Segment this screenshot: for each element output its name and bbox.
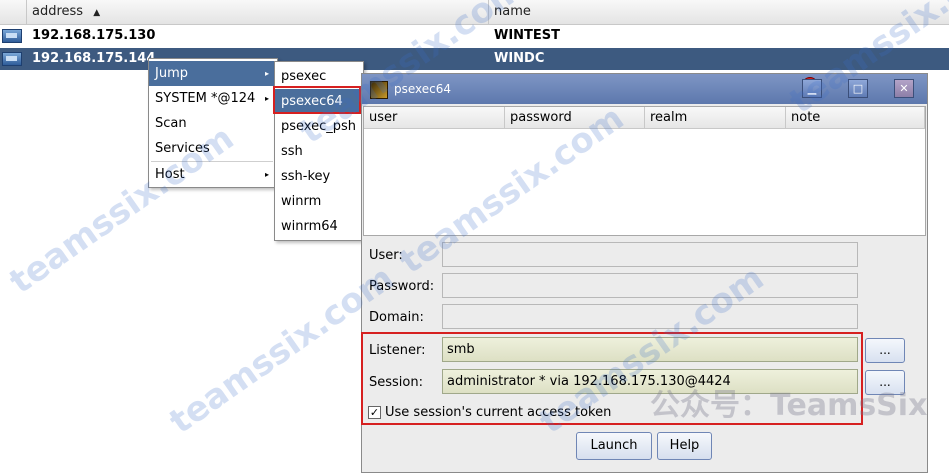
menu-item-jump[interactable]: Jump ▸ xyxy=(149,61,275,86)
row-name: WINDC xyxy=(494,51,545,66)
dialog-titlebar[interactable]: psexec64 ▁ □ ✕ xyxy=(362,74,927,104)
credentials-table[interactable]: user password realm note xyxy=(363,106,926,236)
submenu-item-winrm64[interactable]: winrm64 xyxy=(275,214,361,239)
submenu-item-ssh-key[interactable]: ssh-key xyxy=(275,164,361,189)
column-header-realm[interactable]: realm xyxy=(645,107,786,129)
submenu-item-ssh[interactable]: ssh xyxy=(275,139,361,164)
column-divider[interactable] xyxy=(488,0,489,24)
computer-icon xyxy=(2,29,22,43)
menu-item-label: Jump xyxy=(155,66,188,81)
table-header: address ▲ name xyxy=(0,0,949,25)
app-icon xyxy=(370,81,388,99)
row-address: 192.168.175.130 xyxy=(32,28,156,43)
row-address: 192.168.175.144 xyxy=(32,51,156,66)
submenu-arrow-icon: ▸ xyxy=(264,94,269,103)
computer-icon xyxy=(2,52,22,66)
menu-item-scan[interactable]: Scan xyxy=(149,111,275,136)
minimize-button[interactable]: ▁ xyxy=(802,79,822,98)
maximize-button[interactable]: □ xyxy=(848,79,868,98)
user-label: User: xyxy=(369,248,403,263)
sort-ascending-icon: ▲ xyxy=(93,8,101,18)
dialog-title: psexec64 xyxy=(394,82,452,96)
menu-item-host[interactable]: Host ▸ xyxy=(149,162,275,187)
column-header-address[interactable]: address ▲ xyxy=(32,0,100,24)
table-row-selected[interactable]: 192.168.175.144 WINDC xyxy=(0,48,949,70)
submenu-arrow-icon: ▸ xyxy=(264,170,269,179)
menu-item-label: Host xyxy=(155,167,185,182)
column-header-user[interactable]: user xyxy=(364,107,505,129)
submenu-item-winrm[interactable]: winrm xyxy=(275,189,361,214)
address-header-label: address xyxy=(32,4,84,19)
password-field[interactable] xyxy=(442,273,858,298)
domain-label: Domain: xyxy=(369,310,424,325)
help-button[interactable]: Help xyxy=(657,432,712,460)
user-field[interactable] xyxy=(442,242,858,267)
column-header-name[interactable]: name xyxy=(494,0,531,24)
menu-item-label: SYSTEM *@124 xyxy=(155,91,256,106)
listener-browse-button[interactable]: ... xyxy=(865,338,905,363)
column-header-note[interactable]: note xyxy=(786,107,925,129)
close-button[interactable]: ✕ xyxy=(894,79,914,98)
menu-item-system-session[interactable]: SYSTEM *@124 ▸ xyxy=(149,86,275,111)
submenu-arrow-icon: ▸ xyxy=(264,69,269,78)
column-divider xyxy=(26,0,27,24)
menu-item-services[interactable]: Services xyxy=(149,136,275,161)
column-header-password[interactable]: password xyxy=(505,107,645,129)
highlight-box-psexec64 xyxy=(273,86,361,114)
launch-button[interactable]: Launch xyxy=(576,432,652,460)
row-name: WINTEST xyxy=(494,28,561,43)
minimize-icon: ▁ xyxy=(807,82,817,95)
context-menu: Jump ▸ SYSTEM *@124 ▸ Scan Services Host… xyxy=(148,58,278,188)
maximize-icon: □ xyxy=(852,82,864,95)
close-icon: ✕ xyxy=(899,82,909,95)
submenu-item-psexec-psh[interactable]: psexec_psh xyxy=(275,114,361,139)
domain-field[interactable] xyxy=(442,304,858,329)
session-browse-button[interactable]: ... xyxy=(865,370,905,395)
table-row[interactable]: 192.168.175.130 WINTEST xyxy=(0,25,949,47)
highlight-box-listener-session xyxy=(361,332,863,425)
password-label: Password: xyxy=(369,279,435,294)
